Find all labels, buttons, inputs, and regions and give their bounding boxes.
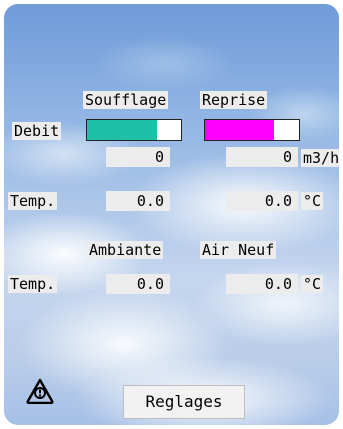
reprise-flow-fill	[205, 120, 274, 140]
ambiante-temp-value: 0.0	[106, 274, 170, 294]
soufflage-flow-fill	[87, 120, 157, 140]
warning-triangle-icon[interactable]	[26, 378, 54, 404]
flow-unit: m3/h	[301, 149, 339, 167]
temp-label-2: Temp.	[8, 275, 58, 293]
soufflage-flow-value: 0	[106, 147, 170, 167]
reprise-flow-value: 0	[226, 147, 298, 167]
reprise-temp-value: 0.0	[226, 191, 298, 211]
temp-unit-1: °C	[301, 192, 324, 210]
header-reprise: Reprise	[200, 91, 268, 109]
header-air-neuf: Air Neuf	[200, 241, 277, 259]
soufflage-flow-bar	[86, 119, 182, 141]
hvac-panel: Soufflage Reprise Debit 0 0 m3/h Temp. 0…	[4, 4, 339, 425]
header-ambiante: Ambiante	[87, 241, 164, 259]
soufflage-temp-value: 0.0	[106, 191, 170, 211]
temp-unit-2: °C	[301, 275, 324, 293]
temp-label-1: Temp.	[8, 192, 58, 210]
header-soufflage: Soufflage	[83, 91, 169, 109]
reprise-flow-bar	[204, 119, 300, 141]
air-neuf-temp-value: 0.0	[226, 274, 298, 294]
reglages-button[interactable]: Reglages	[123, 385, 245, 419]
debit-label: Debit	[12, 122, 62, 140]
